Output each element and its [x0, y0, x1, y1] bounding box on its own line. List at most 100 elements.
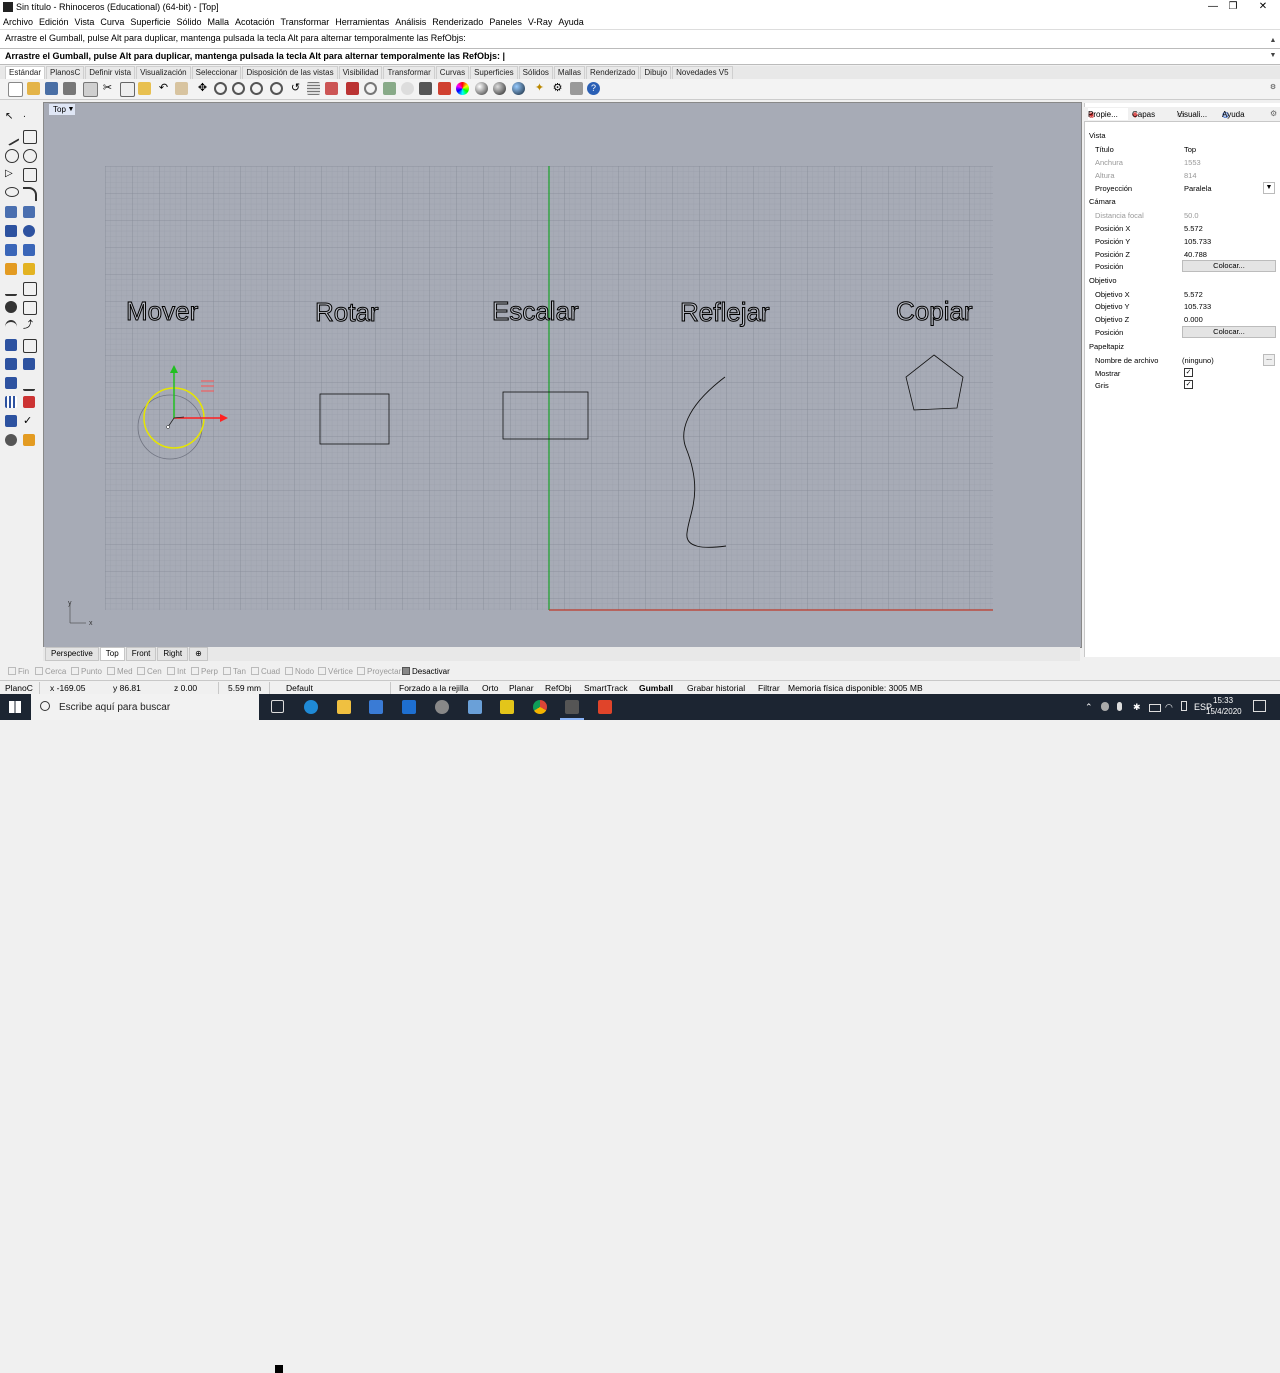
- boolean-diff-icon[interactable]: [23, 263, 35, 275]
- titulo-value[interactable]: Top: [1184, 145, 1196, 154]
- osnap-icon[interactable]: [364, 82, 377, 95]
- zoom-window-icon[interactable]: [232, 82, 245, 95]
- status-layer[interactable]: Default: [286, 683, 313, 693]
- tray-time[interactable]: 15:33: [1213, 696, 1233, 705]
- notifications-icon[interactable]: [1253, 700, 1266, 712]
- lock-icon[interactable]: [419, 82, 432, 95]
- tab-estandar[interactable]: Estándar: [5, 66, 46, 79]
- history-scroll-icon[interactable]: ▲: [1268, 36, 1278, 46]
- tab-mallas[interactable]: Mallas: [553, 66, 586, 79]
- render-tool-icon[interactable]: [5, 434, 17, 446]
- command-line[interactable]: Arrastre el Gumball, pulse Alt para dupl…: [0, 48, 1280, 65]
- panel-settings-icon[interactable]: ⚙: [1270, 108, 1278, 120]
- archivo-browse-button[interactable]: ...: [1263, 354, 1275, 366]
- four-viewports-icon[interactable]: [307, 82, 320, 95]
- undo-icon[interactable]: ↶: [157, 82, 170, 95]
- recorder-icon[interactable]: [598, 700, 612, 714]
- menu-acotacion[interactable]: Acotación: [232, 15, 278, 29]
- new-file-icon[interactable]: [8, 82, 23, 97]
- store-icon[interactable]: [369, 700, 383, 714]
- tab-solidos[interactable]: Sólidos: [518, 66, 553, 79]
- point-tool-icon[interactable]: ∙: [23, 111, 35, 123]
- close-button[interactable]: ✕: [1246, 0, 1280, 15]
- select-icon[interactable]: [346, 82, 359, 95]
- check-icon[interactable]: ✓: [23, 415, 35, 427]
- proyeccion-dropdown-icon[interactable]: ▼: [1263, 182, 1275, 194]
- add-view-icon[interactable]: ⊕: [189, 647, 208, 661]
- menu-paneles[interactable]: Paneles: [486, 15, 525, 29]
- light-icon[interactable]: [401, 82, 414, 95]
- polyline-icon[interactable]: [23, 130, 37, 144]
- menu-edicion[interactable]: Edición: [36, 15, 72, 29]
- maximize-button[interactable]: ❐: [1216, 0, 1250, 15]
- rhino-taskbar-icon[interactable]: [565, 700, 579, 714]
- extrude-icon[interactable]: [5, 244, 17, 256]
- panel-tab-propiedades[interactable]: ◉ Propie...: [1088, 108, 1128, 120]
- sphere-icon[interactable]: [23, 225, 35, 237]
- chrome-icon[interactable]: [533, 700, 547, 714]
- mesh-icon[interactable]: [23, 244, 35, 256]
- open-icon[interactable]: [27, 82, 40, 95]
- line-icon[interactable]: [2, 127, 20, 147]
- osnap-proyectar[interactable]: Proyectar: [357, 667, 401, 676]
- copy-tool-icon[interactable]: [23, 358, 35, 370]
- label-copiar[interactable]: Copiar: [896, 296, 974, 327]
- import-icon[interactable]: [83, 82, 98, 97]
- pan-hand-icon[interactable]: [175, 82, 188, 95]
- tab-dibujo[interactable]: Dibujo: [640, 66, 672, 79]
- status-smarttrack[interactable]: SmartTrack: [584, 683, 628, 693]
- status-ortho[interactable]: Orto: [482, 683, 499, 693]
- menu-transformar[interactable]: Transformar: [278, 15, 333, 29]
- tray-chevron-icon[interactable]: ⌃: [1085, 702, 1093, 713]
- cam-colocar-button[interactable]: Colocar...: [1182, 260, 1276, 272]
- osnap-perp[interactable]: Perp: [191, 667, 218, 676]
- tab-seleccionar[interactable]: Seleccionar: [191, 66, 242, 79]
- menu-curva[interactable]: Curva: [97, 15, 127, 29]
- layer-icon[interactable]: [438, 82, 451, 95]
- viewport-menu-icon[interactable]: ▼: [67, 104, 75, 115]
- gris-checkbox[interactable]: ✓: [1184, 380, 1193, 389]
- osnap-punto[interactable]: Punto: [71, 667, 102, 676]
- label-reflejar[interactable]: Reflejar: [680, 297, 771, 328]
- osnap-nodo[interactable]: Nodo: [285, 667, 314, 676]
- panel-tab-ayuda[interactable]: ◍ Ayuda: [1222, 108, 1262, 120]
- cam-x-field[interactable]: 5.572: [1184, 224, 1203, 233]
- windows-start-icon[interactable]: [9, 701, 21, 713]
- polygon-icon[interactable]: ▷: [5, 168, 17, 180]
- command-prompt-text[interactable]: Arrastre el Gumball, pulse Alt para dupl…: [5, 51, 505, 61]
- tray-bluetooth-icon[interactable]: ✱: [1133, 702, 1141, 713]
- array-icon[interactable]: [5, 396, 17, 408]
- tray-mic-icon[interactable]: [1117, 702, 1122, 711]
- text-icon[interactable]: [5, 339, 17, 351]
- archivo-value[interactable]: (ninguno): [1182, 356, 1214, 365]
- status-history[interactable]: Grabar historial: [687, 683, 745, 693]
- tray-battery-icon[interactable]: [1149, 704, 1161, 712]
- tab-novedades[interactable]: Novedades V5: [672, 66, 733, 79]
- print-icon[interactable]: [63, 82, 76, 95]
- status-planar[interactable]: Planar: [509, 683, 534, 693]
- tray-people-icon[interactable]: [1101, 702, 1109, 711]
- options-gear-icon[interactable]: ⚙: [551, 82, 564, 95]
- tab-transformar[interactable]: Transformar: [383, 66, 435, 79]
- viewport-canvas[interactable]: Mover Rotar Escalar Reflejar Copiar y x: [44, 103, 1081, 647]
- viewport-top[interactable]: Mover Rotar Escalar Reflejar Copiar y x: [43, 102, 1082, 648]
- osnap-fin[interactable]: Fin: [8, 667, 29, 676]
- view-tab-top[interactable]: Top: [99, 647, 125, 661]
- mail-icon[interactable]: [402, 700, 416, 714]
- menu-solido[interactable]: Sólido: [173, 15, 204, 29]
- tray-volume-icon[interactable]: [1181, 701, 1187, 711]
- ellipse-icon[interactable]: [5, 187, 19, 197]
- toolbar-settings-icon[interactable]: ⚙: [1268, 83, 1278, 93]
- fillet-icon[interactable]: [5, 301, 17, 313]
- osnap-cen[interactable]: Cen: [137, 667, 162, 676]
- save-icon[interactable]: [45, 82, 58, 95]
- status-filter[interactable]: Filtrar: [758, 683, 780, 693]
- app-icon-2[interactable]: [468, 700, 482, 714]
- osnap-cuad[interactable]: Cuad: [251, 667, 280, 676]
- loft-icon[interactable]: [23, 206, 35, 218]
- label-rotar[interactable]: Rotar: [315, 297, 380, 328]
- rendered-sphere-icon[interactable]: [493, 82, 506, 95]
- scale-tool-icon[interactable]: [23, 377, 35, 391]
- boolean-union-icon[interactable]: [5, 263, 17, 275]
- status-grid-snap[interactable]: Forzado a la rejilla: [399, 683, 468, 693]
